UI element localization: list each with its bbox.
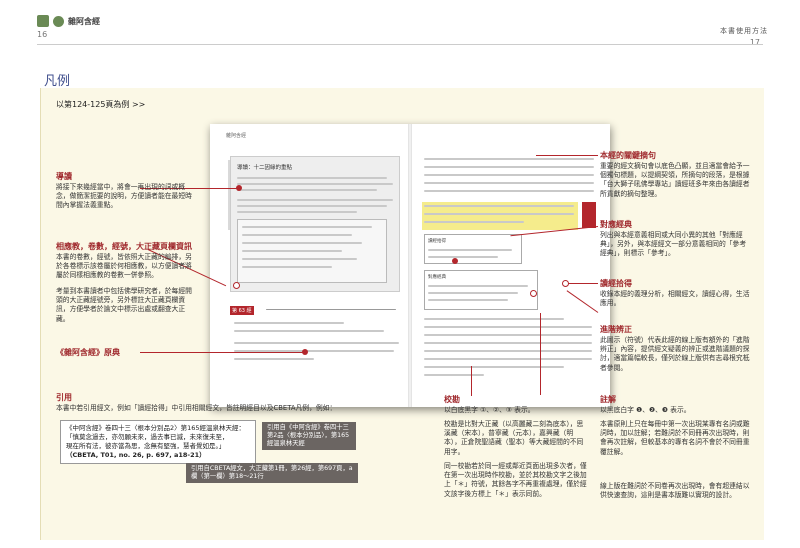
duiying-text: 列出與本經意義相同或大同小異的其他「對應經典」，另外，與本經經文一部分意義相同的… bbox=[600, 231, 747, 258]
lotus-icon bbox=[53, 15, 64, 27]
zhushi-text3: 線上版在難詞於不同卷再次出現時，會有超連結以供快速查詢，這則是書本版難以實現的設… bbox=[600, 482, 750, 500]
marker-duzheng bbox=[562, 280, 569, 287]
zhushi-text2: 本書原則上只在每冊中第一次出現某專有名詞或難詞時，加以註解；若難詞於不同冊再次出… bbox=[600, 420, 750, 456]
example-link[interactable]: 以第124-125頁為例 >> bbox=[56, 99, 145, 110]
guide-box: 導讀：十二因緣的重點 bbox=[230, 156, 400, 292]
jinjie-text: 此圖示（符號）代表此經的線上版有額外的「進階辨正」內容，提供經文疑義的辨正或進階… bbox=[600, 336, 750, 372]
book-spread-thumbnail: 雜阿含經 導讀：十二因緣的重點 第 63 經 讀經拾得 對應經典 bbox=[210, 124, 610, 407]
left-page-header: 雜阿含經 bbox=[37, 15, 100, 27]
citation-line-4: （CBETA, T01, no. 26, p. 697, a18-21） bbox=[66, 451, 206, 459]
connector-jiaokan bbox=[471, 366, 472, 396]
citation-line-1: 《中阿含經》卷四十三〈根本分別品2〉第165經溫泉林天經： bbox=[66, 424, 246, 432]
page-spread: { "header": { "left_title": "雜阿含經", "lef… bbox=[0, 0, 800, 548]
citation-box: 《中阿含經》卷四十三〈根本分別品2〉第165經溫泉林天經： 「慎莫念過去，亦勿願… bbox=[60, 420, 256, 464]
jiaokan-text2: 校勘是比對大正藏（以高麗藏二刻為底本），思溪藏（宋本），普寧藏（元本），嘉興藏（… bbox=[444, 420, 584, 456]
header-divider bbox=[37, 44, 763, 45]
yinyong-label: 引用 bbox=[56, 393, 72, 402]
citation-line-2: 「慎莫念過去，亦勿願未來，過去事已滅，未來復未至， bbox=[66, 433, 229, 441]
book-left-header: 雜阿含經 bbox=[226, 133, 247, 139]
xiangdu-text: 本書的卷數，經號，皆依照大正藏的編排，另於各卷標示該卷屬於何相應教，以方便讀者將… bbox=[56, 253, 192, 280]
xiangdu-text2: 考量到本書讀者中包括佛學研究者，於每經開頭的大正藏經號旁，另外標註大正藏頁欄資訊… bbox=[56, 287, 192, 323]
citation-tag-1: 引用自《中阿含經》卷四十三第2品〈根本分別品〉，第165經溫泉林天經 bbox=[262, 422, 356, 450]
citation-line-3: 現在所有法，彼亦當為思，念無有堅強，慧者覺如是。」 bbox=[66, 442, 226, 450]
corresponding-sutra-title: 對應經典 bbox=[428, 275, 446, 280]
right-header-title: 本書使用方法 bbox=[720, 27, 768, 35]
zhushi-label: 註解 bbox=[600, 395, 616, 404]
marker-daodu bbox=[236, 185, 242, 191]
marker-jinjie bbox=[530, 290, 537, 297]
marker-duiying bbox=[452, 258, 458, 264]
marker-yuandian bbox=[302, 349, 308, 355]
left-header-title: 雜阿含經 bbox=[68, 16, 100, 26]
connector-zhushi bbox=[540, 313, 541, 395]
duiying-label: 對應經典 bbox=[600, 220, 632, 229]
reading-notes-title: 讀經拾得 bbox=[428, 239, 446, 244]
duzheng-text: 收錄本經的義理分析，相關經文，讀經心得，生活應用。 bbox=[600, 290, 750, 308]
logo-icon bbox=[37, 15, 49, 27]
xiangdu-label: 相應教，卷數，經號，大正藏頁欄資訊 bbox=[56, 242, 192, 251]
citation-tag-2: 引用自CBETA經文，大正藏第1冊，第26經，第697頁，a欄（第一欄）第18～… bbox=[186, 463, 358, 483]
right-page-number: 17 bbox=[749, 38, 760, 47]
daodu-label: 導讀 bbox=[56, 172, 72, 181]
sutra-number-tab: 第 63 經 bbox=[230, 306, 254, 315]
marker-xiangdu bbox=[233, 282, 240, 289]
jinjie-label: 進階辨正 bbox=[600, 325, 632, 334]
connector-guanjian bbox=[536, 155, 598, 156]
duzheng-label: 讀經拾得 bbox=[600, 279, 632, 288]
section-title: 凡例 bbox=[44, 74, 71, 89]
guide-title: 導讀：十二因緣的重點 bbox=[237, 165, 293, 171]
guanjian-text: 重要的經文摘句會以底色凸顯，並且適當會給予一個獨句標題，以提綱契領，所摘句的段落… bbox=[600, 162, 750, 198]
jiaokan-text1: 以白底黑字 ①、②、③ 表示。 bbox=[444, 406, 535, 414]
left-page-number: 16 bbox=[37, 30, 48, 39]
yuandian-label: 《雜阿含經》原典 bbox=[56, 348, 120, 357]
yinyong-text: 本書中若引用經文，例如「讀經拾得」中引用相關經文，皆註明經目以及CBETA凡例，… bbox=[56, 404, 337, 412]
connector-yuandian bbox=[140, 352, 305, 353]
connector-duzheng bbox=[568, 283, 598, 284]
correspond-box: 對應經典 bbox=[424, 270, 538, 310]
right-page-inner-box: 讀經拾得 bbox=[424, 234, 522, 264]
jiaokan-label: 校勘 bbox=[444, 395, 460, 404]
jiaokan-text3: 同一校勘若於同一經或鄰近頁面出現多次者，僅在第一次出現時作校勘，並於其校勘文字之… bbox=[444, 462, 587, 498]
key-phrase-marker bbox=[582, 202, 596, 228]
zhushi-text1: 以黑底白字 ❶、❷、❸ 表示。 bbox=[600, 406, 691, 414]
guanjian-label: 本經的關鍵摘句 bbox=[600, 151, 656, 160]
book-spine bbox=[408, 124, 412, 407]
daodu-text: 將接下來幾經當中，將會一再出現的詞或概念，做簡潔扼要的說明，方便讀者能在最短時間… bbox=[56, 183, 192, 210]
